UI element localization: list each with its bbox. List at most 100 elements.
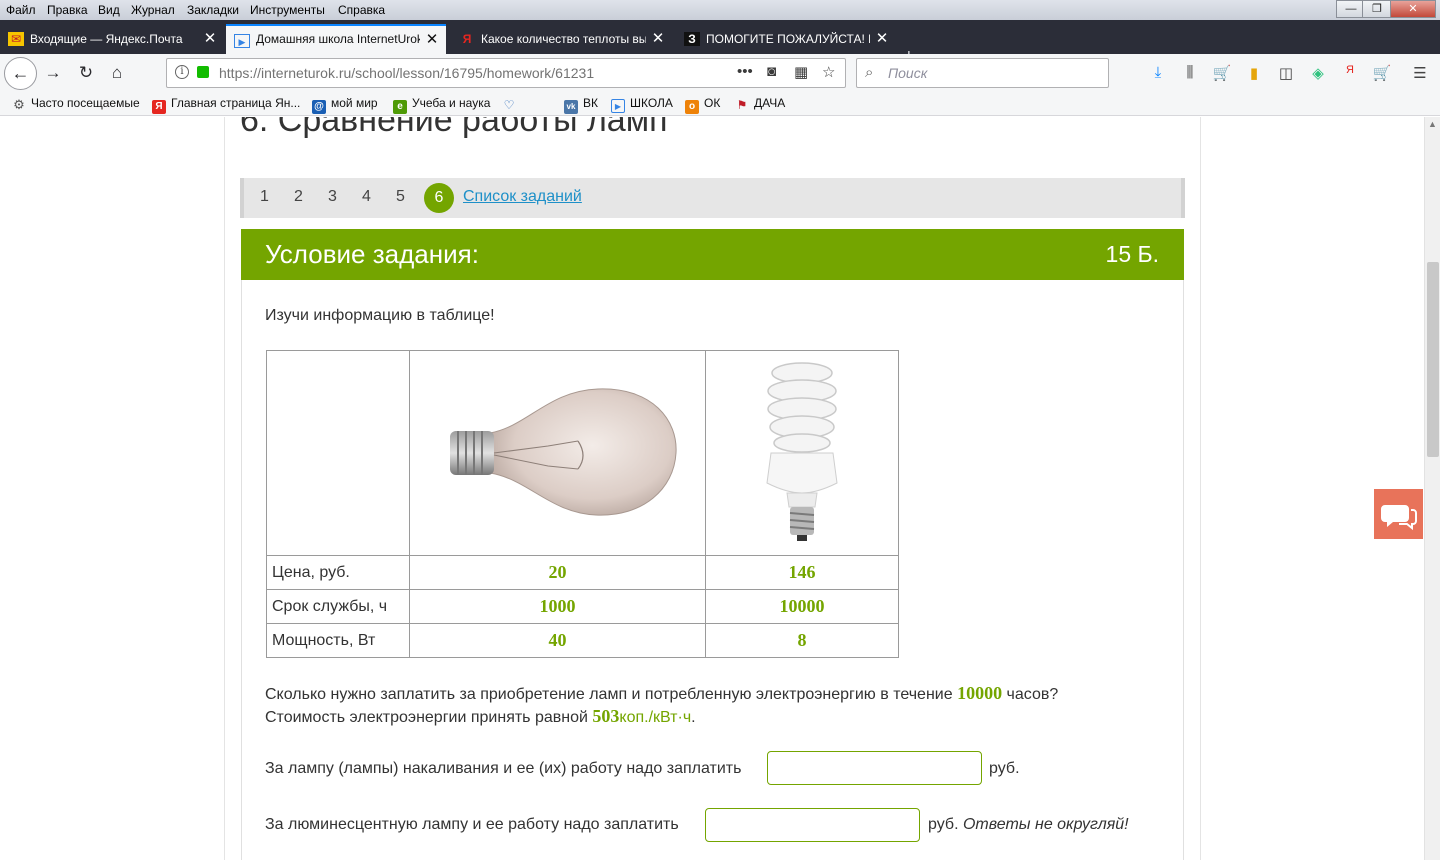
pocket-icon[interactable]: ◙: [767, 63, 776, 80]
hours-value: 10000: [957, 683, 1003, 703]
bookmark-ok[interactable]: o ОК: [685, 96, 720, 114]
scroll-up-arrow-icon[interactable]: ▲: [1428, 119, 1437, 129]
bookmark-study[interactable]: е Учеба и наука: [393, 96, 490, 114]
price-unit: коп./кВт·ч: [619, 709, 692, 726]
bookmark-moi-mir[interactable]: @ мой мир: [312, 96, 378, 114]
forward-button[interactable]: →: [39, 60, 67, 86]
scrollbar-thumb[interactable]: [1427, 262, 1439, 457]
row-label-lifetime: Срок службы, ч: [266, 589, 410, 624]
page-link-1[interactable]: 1: [260, 188, 269, 206]
pocket-icon: ♡: [503, 98, 515, 112]
sidebar-icon[interactable]: ◫: [1275, 64, 1297, 84]
tab-znanija[interactable]: З ПОМОГИТЕ ПОЖАЛУЙСТА! К ✕: [676, 24, 896, 54]
vertical-scrollbar[interactable]: ▲: [1424, 117, 1440, 860]
menu-bookmarks[interactable]: Закладки: [187, 3, 239, 17]
menu-history[interactable]: Журнал: [131, 3, 175, 17]
search-bar[interactable]: ⌕ Поиск: [856, 58, 1109, 88]
answer-2-label: За люминесцентную лампу и ее работу надо…: [265, 816, 679, 833]
bookmark-star-icon[interactable]: ☆: [822, 63, 835, 81]
answer-2-input[interactable]: [705, 808, 920, 842]
maximize-button[interactable]: ❐: [1362, 0, 1392, 18]
answer-1-input[interactable]: [767, 751, 982, 785]
bookmark-pocket[interactable]: ♡: [502, 96, 521, 112]
close-icon[interactable]: ✕: [424, 26, 440, 53]
menu-file[interactable]: Файл: [6, 3, 36, 17]
close-icon[interactable]: ✕: [650, 24, 666, 54]
bookmark-label: ШКОЛА: [630, 96, 673, 110]
bookmark-label: ДАЧА: [754, 96, 786, 110]
page-actions-icon[interactable]: •••: [737, 63, 753, 80]
tab-title: Какое количество теплоты вы: [481, 32, 646, 46]
bookmark-flag-icon[interactable]: ▮: [1243, 64, 1265, 84]
page-link-4[interactable]: 4: [362, 188, 371, 206]
bookmarks-toolbar: ⚙ Часто посещаемые Я Главная страница Ян..…: [0, 92, 1440, 116]
question-text: Сколько нужно заплатить за приобретение …: [265, 686, 953, 703]
row-label-price: Цена, руб.: [266, 555, 410, 590]
bookmark-dacha[interactable]: ⚑ ДАЧА: [735, 96, 786, 112]
fluorescent-power: 8: [705, 623, 899, 658]
table-row: Цена, руб. 20 146: [266, 555, 899, 590]
tab-interneturok[interactable]: ▶ Домашняя школа InternetUrok ✕: [226, 24, 446, 54]
question-text: Стоимость электроэнергии принять равной: [265, 709, 588, 726]
navigation-toolbar: ← → ↻ ⌂ i https://interneturok.ru/school…: [0, 54, 1440, 92]
lock-icon: [197, 66, 209, 78]
tab-title: Домашняя школа InternetUrok: [256, 32, 420, 46]
fluorescent-price: 146: [705, 555, 899, 590]
menu-view[interactable]: Вид: [98, 3, 120, 17]
tab-title: Входящие — Яндекс.Почта: [30, 32, 183, 46]
back-button[interactable]: ←: [4, 57, 37, 90]
bookmark-yandex-home[interactable]: Я Главная страница Ян...: [152, 96, 300, 114]
tab-title: ПОМОГИТЕ ПОЖАЛУЙСТА! К: [706, 32, 870, 46]
reload-button[interactable]: ↻: [72, 60, 100, 86]
answer-1-unit: руб.: [989, 760, 1020, 777]
tab-yandex-question[interactable]: Я Какое количество теплоты вы ✕: [451, 24, 672, 54]
search-placeholder: Поиск: [888, 65, 928, 81]
task-points: 15 Б.: [1105, 241, 1159, 267]
bookmark-label: Главная страница Ян...: [171, 96, 301, 110]
yandex-icon: Я: [462, 32, 472, 46]
hamburger-menu-icon[interactable]: ☰: [1409, 64, 1431, 84]
cart-icon[interactable]: 🛒: [1211, 64, 1233, 84]
menu-tools[interactable]: Инструменты: [250, 3, 325, 17]
incandescent-lamp-cell: [409, 350, 706, 556]
bookmark-school[interactable]: ▶ ШКОЛА: [611, 96, 673, 113]
yandex-icon[interactable]: Я: [1339, 64, 1361, 84]
page-link-5[interactable]: 5: [396, 188, 405, 206]
reader-view-icon[interactable]: ▦: [794, 63, 808, 81]
bookmark-vk[interactable]: vk ВК: [564, 96, 598, 114]
play-icon: ▶: [611, 99, 625, 113]
url-text[interactable]: https://interneturok.ru/school/lesson/16…: [219, 65, 594, 81]
shopping-cart-icon[interactable]: 🛒: [1371, 64, 1393, 84]
menu-help[interactable]: Справка: [338, 3, 385, 17]
close-icon[interactable]: ✕: [202, 24, 218, 54]
task-heading: Условие задания:: [265, 239, 479, 269]
task-pager: 1 2 3 4 5 6 Список заданий: [240, 178, 1185, 218]
question-text-end: часов?: [1006, 686, 1059, 703]
window-close-button[interactable]: ✕: [1390, 0, 1436, 18]
menu-edit[interactable]: Правка: [47, 3, 88, 17]
mymir-icon: @: [312, 100, 326, 114]
page-link-3[interactable]: 3: [328, 188, 337, 206]
answer-1-label: За лампу (лампы) накаливания и ее (их) р…: [265, 760, 742, 777]
table-corner-cell: [266, 350, 410, 556]
home-button[interactable]: ⌂: [103, 60, 131, 86]
lesson-column: 6. Сравнение работы ламп 1 2 3 4 5 6 Спи…: [224, 117, 1201, 860]
fluorescent-lamp-cell: [705, 350, 899, 556]
address-bar[interactable]: i https://interneturok.ru/school/lesson/…: [166, 58, 846, 88]
page-link-6-active[interactable]: 6: [424, 183, 454, 213]
ok-icon: o: [685, 100, 699, 114]
download-icon[interactable]: ⤓: [1147, 64, 1169, 84]
library-icon[interactable]: ⫼: [1179, 64, 1201, 84]
bookmark-most-visited[interactable]: ⚙ Часто посещаемые: [12, 96, 139, 112]
znanija-icon: З: [684, 32, 700, 46]
close-icon[interactable]: ✕: [874, 24, 890, 54]
fluorescent-lamp-image: [766, 361, 838, 541]
extension-icon[interactable]: ◈: [1307, 64, 1329, 84]
page-link-2[interactable]: 2: [294, 188, 303, 206]
flag-icon: ⚑: [736, 98, 748, 112]
menu-bar: Файл Правка Вид Журнал Закладки Инструме…: [0, 0, 1440, 20]
info-icon[interactable]: i: [175, 65, 189, 79]
chat-button[interactable]: [1374, 489, 1423, 539]
tasks-list-link[interactable]: Список заданий: [463, 188, 582, 206]
tab-yandex-mail[interactable]: ✉ Входящие — Яндекс.Почта ✕: [0, 24, 224, 54]
